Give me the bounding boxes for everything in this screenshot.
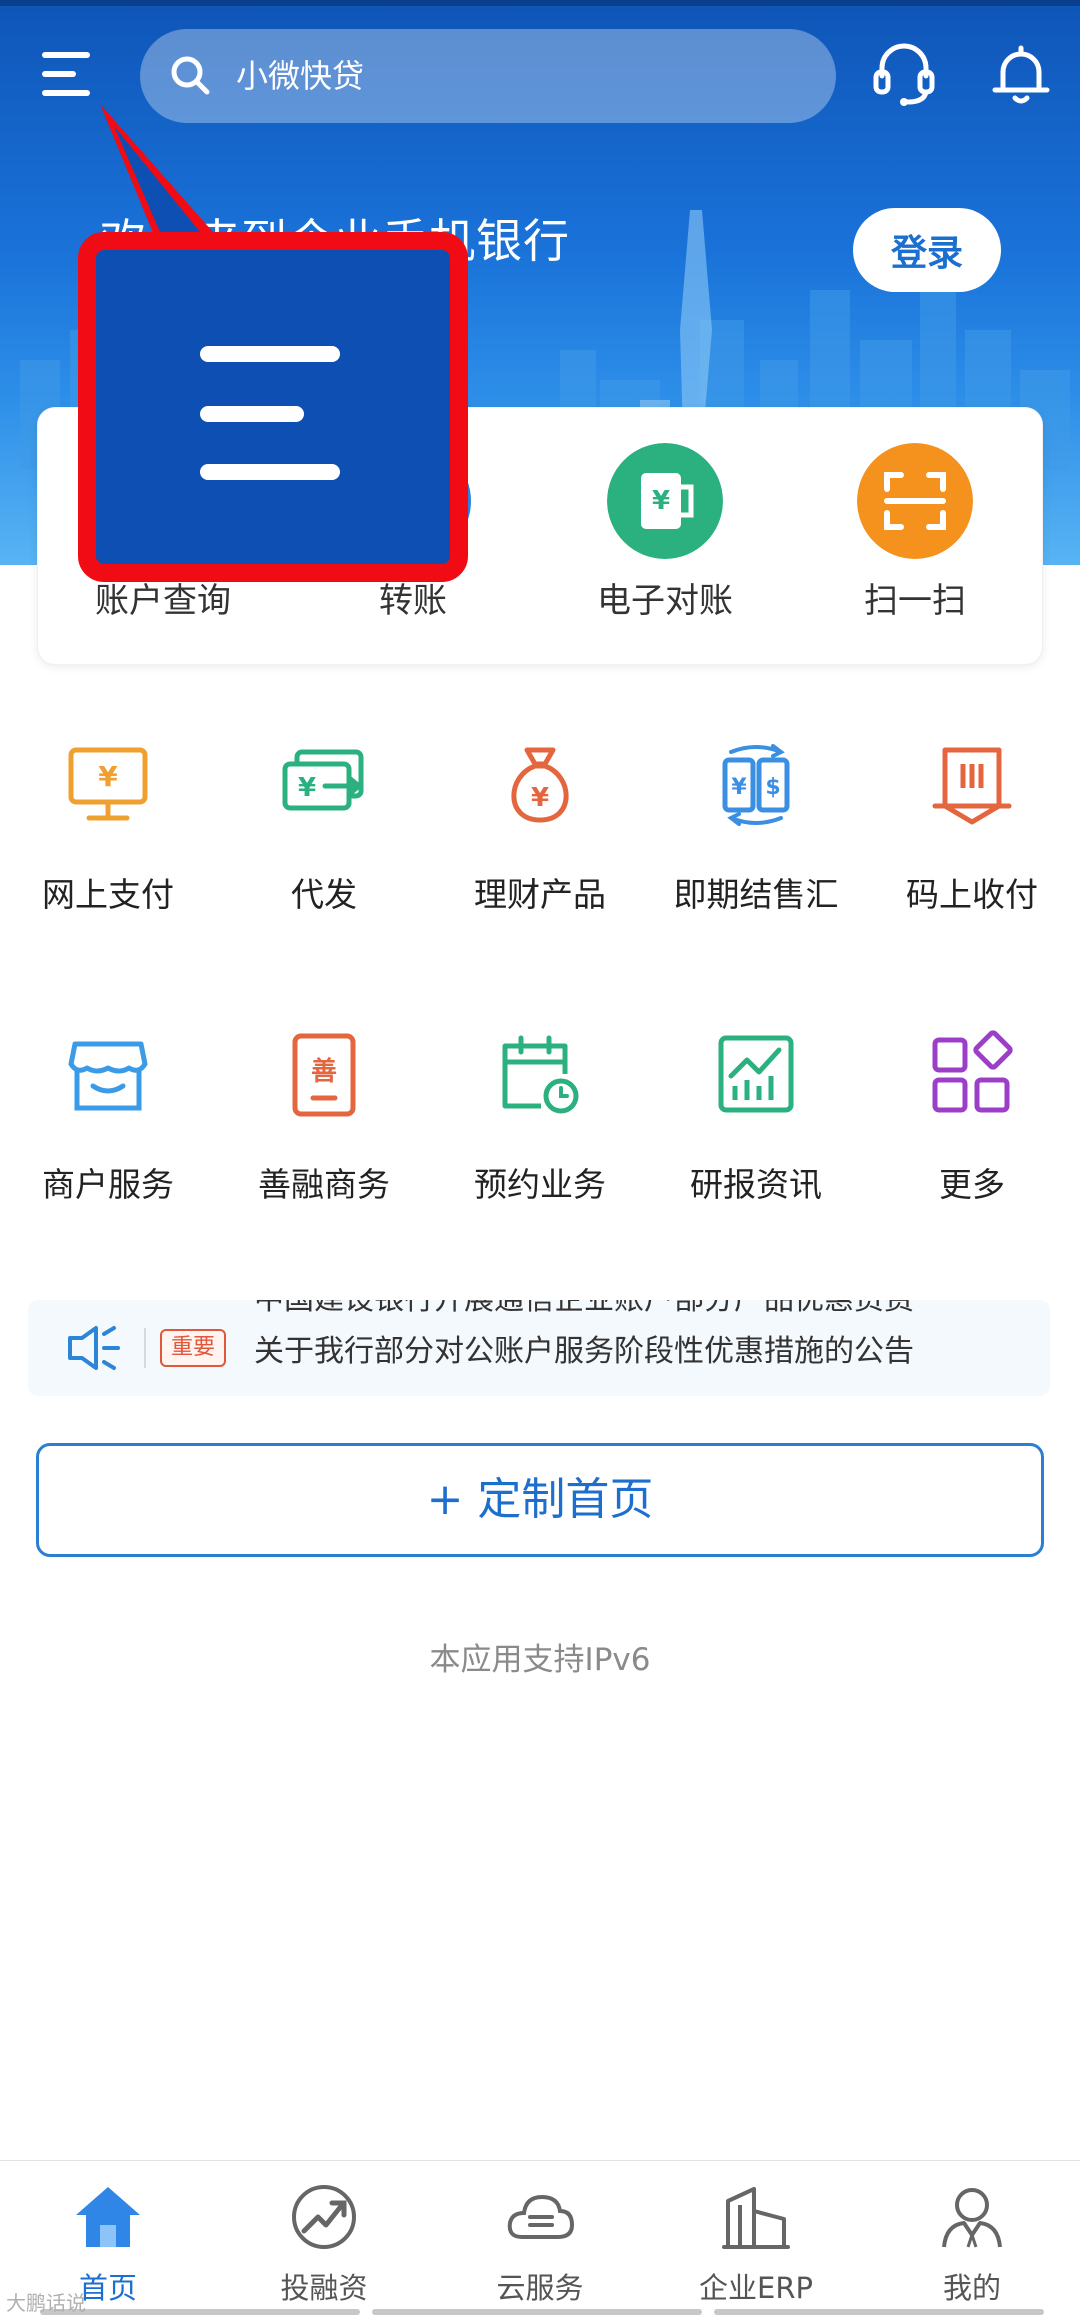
service-shanrong[interactable]: 善 善融商务 bbox=[216, 1010, 432, 1250]
research-report-icon bbox=[718, 1035, 794, 1113]
search-placeholder: 小微快贷 bbox=[236, 57, 365, 95]
speaker-icon bbox=[68, 1326, 120, 1370]
service-online-payment[interactable]: ¥ 网上支付 bbox=[0, 720, 216, 960]
service-wealth-product[interactable]: ¥ 理财产品 bbox=[432, 720, 648, 960]
menu-icon-bar bbox=[42, 90, 90, 96]
service-fx-settlement[interactable]: ¥ $ 即期结售汇 bbox=[648, 720, 864, 960]
customer-service-icon[interactable] bbox=[868, 38, 940, 110]
service-label: 码上收付 bbox=[906, 875, 1038, 914]
tab-label: 我的 bbox=[942, 2271, 1001, 2305]
notice-text: 关于我行部分对公账户服务阶段性优惠措施的公告 bbox=[254, 1334, 914, 1369]
tab-profile[interactable]: 我的 bbox=[864, 2161, 1080, 2319]
quick-action-scan[interactable]: 扫一扫 bbox=[790, 408, 1040, 666]
svg-text:¥: ¥ bbox=[298, 773, 316, 803]
e-reconciliation-icon: ¥ bbox=[607, 443, 723, 559]
wealth-product-icon: ¥ bbox=[511, 747, 569, 823]
announcement-bar[interactable]: 重要 中国建设银行开展通信企业账户部分产品优惠资费 关于我行部分对公账户服务阶段… bbox=[28, 1300, 1050, 1396]
qr-collect-pay-icon bbox=[932, 747, 1012, 825]
tab-investment[interactable]: 投融资 bbox=[216, 2161, 432, 2319]
profile-icon bbox=[942, 2188, 1002, 2248]
service-label: 更多 bbox=[939, 1165, 1005, 1204]
scan-icon bbox=[857, 443, 973, 559]
svg-text:¥: ¥ bbox=[98, 760, 118, 793]
zoomed-menu-bar bbox=[200, 464, 340, 480]
service-label: 研报资讯 bbox=[690, 1165, 822, 1204]
service-label: 预约业务 bbox=[474, 1165, 606, 1204]
zoomed-menu-bar bbox=[200, 346, 340, 362]
svg-text:$: $ bbox=[765, 775, 780, 800]
service-label: 善融商务 bbox=[258, 1165, 390, 1204]
zoomed-menu-bar bbox=[200, 406, 304, 422]
watermark: 大鹏话说 bbox=[6, 2291, 86, 2315]
tab-label: 云服务 bbox=[496, 2271, 584, 2305]
merchant-service-icon bbox=[68, 1041, 148, 1111]
erp-icon bbox=[722, 2187, 790, 2249]
notice-previous-text: 中国建设银行开展通信企业账户部分产品优惠资费 bbox=[254, 1300, 914, 1318]
investment-icon bbox=[292, 2185, 356, 2249]
shanrong-commerce-icon: 善 bbox=[292, 1033, 356, 1117]
search-icon bbox=[171, 56, 210, 95]
service-research-report[interactable]: 研报资讯 bbox=[648, 1010, 864, 1250]
svg-text:善: 善 bbox=[311, 1056, 337, 1087]
more-icon bbox=[932, 1030, 1013, 1113]
service-qr-collect-pay[interactable]: 码上收付 bbox=[864, 720, 1080, 960]
quick-action-label: 电子对账 bbox=[597, 581, 733, 621]
service-label: 网上支付 bbox=[42, 875, 174, 914]
service-label: 商户服务 bbox=[42, 1165, 174, 1204]
online-payment-icon: ¥ bbox=[68, 747, 148, 821]
ipv6-support-note: 本应用支持IPv6 bbox=[429, 1642, 651, 1678]
fx-settlement-icon: ¥ $ bbox=[722, 744, 790, 826]
menu-icon-bar bbox=[42, 71, 76, 77]
menu-highlight-zoom bbox=[78, 232, 468, 582]
menu-icon-bar bbox=[42, 52, 90, 58]
notice-divider bbox=[144, 1328, 146, 1368]
service-merchant[interactable]: 商户服务 bbox=[0, 1010, 216, 1250]
gesture-bar bbox=[0, 2309, 1080, 2319]
login-button[interactable]: 登录 bbox=[853, 208, 1001, 292]
svg-text:¥: ¥ bbox=[731, 775, 747, 800]
tab-erp[interactable]: 企业ERP bbox=[648, 2161, 864, 2319]
svg-text:¥: ¥ bbox=[652, 486, 670, 516]
svg-text:¥: ¥ bbox=[531, 783, 549, 813]
service-payroll[interactable]: ¥ 代发 bbox=[216, 720, 432, 960]
service-label: 即期结售汇 bbox=[673, 875, 839, 914]
notification-bell-icon[interactable] bbox=[985, 38, 1057, 110]
menu-button[interactable] bbox=[42, 52, 98, 102]
quick-action-e-reconciliation[interactable]: ¥ 电子对账 bbox=[540, 408, 790, 666]
tab-label: 投融资 bbox=[280, 2271, 368, 2305]
service-appointment[interactable]: 预约业务 bbox=[432, 1010, 648, 1250]
service-more[interactable]: 更多 bbox=[864, 1010, 1080, 1250]
tab-cloud-service[interactable]: 云服务 bbox=[432, 2161, 648, 2319]
tab-label: 企业ERP bbox=[699, 2271, 813, 2305]
payroll-icon: ¥ bbox=[282, 749, 364, 811]
appointment-icon bbox=[502, 1035, 579, 1114]
search-input[interactable]: 小微快贷 bbox=[140, 29, 836, 123]
customize-homepage-button[interactable]: + 定制首页 bbox=[36, 1443, 1044, 1557]
service-label: 理财产品 bbox=[474, 875, 606, 914]
quick-action-label: 扫一扫 bbox=[864, 581, 966, 621]
service-label: 代发 bbox=[291, 875, 357, 914]
cloud-service-icon bbox=[507, 2194, 575, 2239]
status-strip bbox=[0, 0, 1080, 6]
bottom-tab-bar: 首页 投融资 云服务 企业ERP 我的 bbox=[0, 2160, 1080, 2319]
important-tag: 重要 bbox=[160, 1329, 226, 1367]
home-icon bbox=[76, 2187, 140, 2247]
